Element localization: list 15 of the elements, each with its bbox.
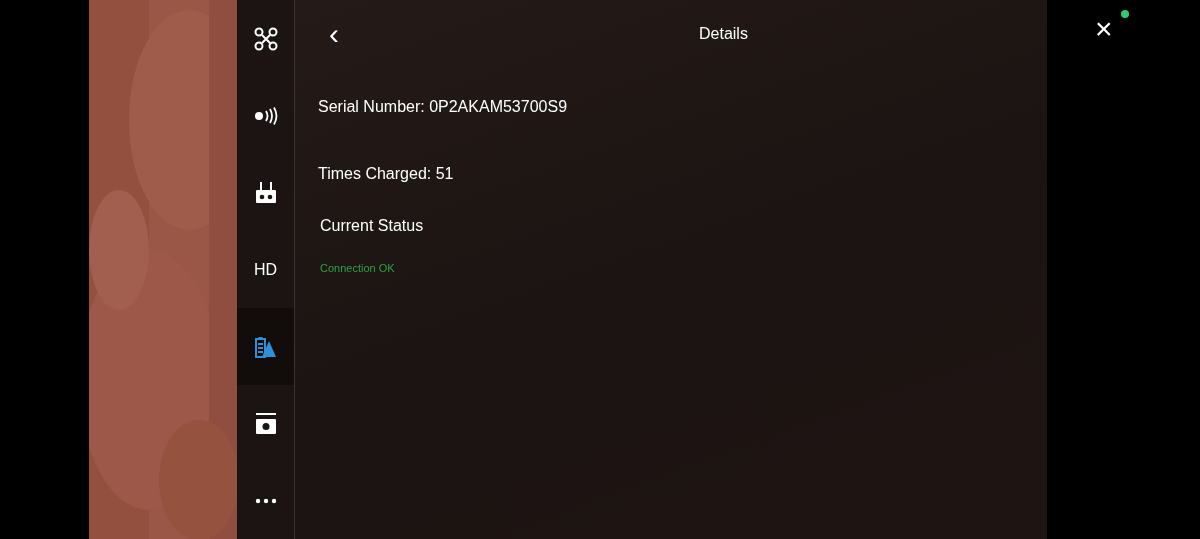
close-button[interactable]: ×	[1091, 14, 1117, 44]
battery-icon	[254, 335, 277, 358]
camera-icon	[254, 412, 277, 435]
sidebar-tab[interactable]: HD	[237, 231, 294, 308]
back-button[interactable]: ‹	[321, 19, 347, 49]
page-title: Details	[699, 25, 748, 43]
signal-icon	[253, 106, 278, 125]
drone-icon	[253, 26, 278, 51]
times-charged: Times Charged: 51	[318, 165, 455, 183]
more-icon	[254, 497, 277, 504]
status-text: Connection OK	[320, 262, 396, 274]
remote-controller-icon	[254, 181, 277, 204]
status-dot	[1121, 10, 1129, 18]
serial-number: Serial Number: 0P2AKAM53700S9	[318, 98, 569, 116]
status-heading: Current Status	[320, 217, 425, 235]
